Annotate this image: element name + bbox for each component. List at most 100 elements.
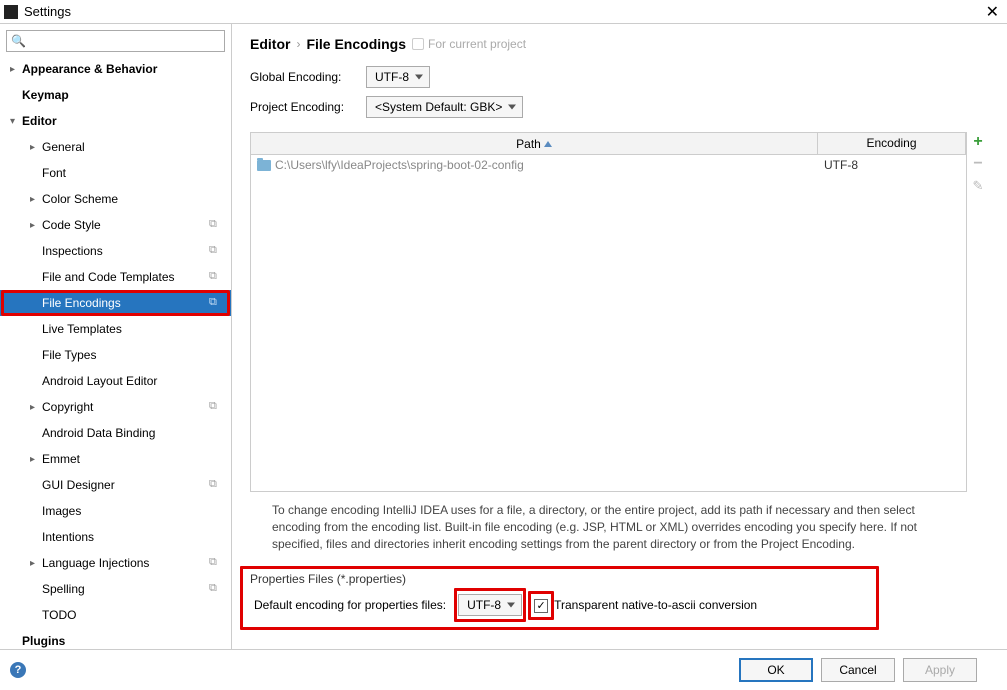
tree-item-label: Copyright: [42, 400, 209, 414]
project-scope-icon: [412, 38, 424, 50]
project-scope-badge-icon: ⧉: [209, 270, 223, 284]
apply-button[interactable]: Apply: [903, 658, 977, 682]
breadcrumb-hint: For current project: [412, 37, 526, 51]
project-scope-badge-icon: [209, 322, 223, 336]
tree-item-label: File and Code Templates: [42, 270, 209, 284]
properties-encoding-value: UTF-8: [467, 598, 501, 612]
tree-item-label: Plugins: [22, 634, 209, 648]
tree-item-general[interactable]: ▸General: [0, 134, 231, 160]
project-scope-badge-icon: [209, 192, 223, 206]
tree-item-file-and-code-templates[interactable]: File and Code Templates⧉: [0, 264, 231, 290]
tree-item-label: Code Style: [42, 218, 209, 232]
chevron-icon: ▸: [30, 142, 42, 153]
encoding-table: Path Encoding C:\Users\lfy\IdeaProjects\…: [250, 132, 967, 492]
project-scope-badge-icon: [209, 608, 223, 622]
project-scope-badge-icon: ⧉: [209, 582, 223, 596]
tree-item-spelling[interactable]: Spelling⧉: [0, 576, 231, 602]
project-scope-badge-icon: ⧉: [209, 478, 223, 492]
global-encoding-label: Global Encoding:: [250, 70, 358, 84]
column-header-encoding[interactable]: Encoding: [818, 133, 966, 154]
tree-item-label: Intentions: [42, 530, 209, 544]
tree-item-label: Keymap: [22, 88, 209, 102]
project-encoding-select[interactable]: <System Default: GBK>: [366, 96, 523, 118]
edit-button[interactable]: ✎: [970, 178, 986, 194]
project-scope-badge-icon: [209, 62, 223, 76]
tree-item-label: Images: [42, 504, 209, 518]
tree-item-file-types[interactable]: File Types: [0, 342, 231, 368]
properties-row: Default encoding for properties files: U…: [250, 588, 989, 622]
project-scope-badge-icon: ⧉: [209, 218, 223, 232]
tree-item-label: File Types: [42, 348, 209, 362]
tree-item-file-encodings[interactable]: File Encodings⧉: [0, 290, 231, 316]
breadcrumb-separator: ›: [296, 37, 300, 51]
help-text: To change encoding IntelliJ IDEA uses fo…: [272, 502, 965, 552]
close-icon[interactable]: ✕: [986, 2, 999, 22]
tree-item-language-injections[interactable]: ▸Language Injections⧉: [0, 550, 231, 576]
global-encoding-value: UTF-8: [375, 70, 409, 84]
tree-item-editor[interactable]: ▾Editor: [0, 108, 231, 134]
app-icon: [4, 5, 18, 19]
tree-item-label: Android Data Binding: [42, 426, 209, 440]
tree-item-label: TODO: [42, 608, 209, 622]
settings-content: Editor › File Encodings For current proj…: [232, 24, 1007, 649]
project-encoding-value: <System Default: GBK>: [375, 100, 502, 114]
settings-sidebar: 🔍 ▸Appearance & BehaviorKeymap▾Editor▸Ge…: [0, 24, 232, 649]
column-header-path[interactable]: Path: [251, 133, 818, 154]
tree-item-live-templates[interactable]: Live Templates: [0, 316, 231, 342]
properties-encoding-select[interactable]: UTF-8: [458, 594, 522, 616]
window-title: Settings: [24, 4, 71, 19]
global-encoding-select[interactable]: UTF-8: [366, 66, 430, 88]
tree-item-intentions[interactable]: Intentions: [0, 524, 231, 550]
ok-button[interactable]: OK: [739, 658, 813, 682]
breadcrumb-part-editor: Editor: [250, 36, 290, 52]
tree-item-font[interactable]: Font: [0, 160, 231, 186]
project-scope-badge-icon: [209, 530, 223, 544]
breadcrumb-hint-text: For current project: [428, 37, 526, 51]
project-scope-badge-icon: [209, 348, 223, 362]
tree-item-label: Editor: [22, 114, 209, 128]
remove-button[interactable]: −: [970, 156, 986, 172]
tree-item-code-style[interactable]: ▸Code Style⧉: [0, 212, 231, 238]
tree-item-plugins[interactable]: Plugins: [0, 628, 231, 649]
title-bar: Settings ✕: [0, 0, 1007, 24]
tree-item-keymap[interactable]: Keymap: [0, 82, 231, 108]
help-button[interactable]: ?: [10, 662, 26, 678]
project-scope-badge-icon: [209, 374, 223, 388]
settings-tree: ▸Appearance & BehaviorKeymap▾Editor▸Gene…: [0, 56, 231, 649]
tree-item-label: Inspections: [42, 244, 209, 258]
tree-item-copyright[interactable]: ▸Copyright⧉: [0, 394, 231, 420]
tree-item-emmet[interactable]: ▸Emmet: [0, 446, 231, 472]
search-field[interactable]: 🔍: [6, 30, 225, 52]
project-scope-badge-icon: [209, 88, 223, 102]
tree-item-label: GUI Designer: [42, 478, 209, 492]
folder-icon: [257, 160, 271, 171]
tree-item-appearance-behavior[interactable]: ▸Appearance & Behavior: [0, 56, 231, 82]
chevron-icon: ▸: [30, 194, 42, 205]
search-icon: 🔍: [11, 34, 26, 48]
project-scope-badge-icon: ⧉: [209, 244, 223, 258]
tree-item-inspections[interactable]: Inspections⧉: [0, 238, 231, 264]
project-encoding-label: Project Encoding:: [250, 100, 358, 114]
tree-item-android-data-binding[interactable]: Android Data Binding: [0, 420, 231, 446]
cancel-button[interactable]: Cancel: [821, 658, 895, 682]
project-scope-badge-icon: [209, 140, 223, 154]
project-scope-badge-icon: ⧉: [209, 556, 223, 570]
properties-section-title: Properties Files (*.properties): [250, 572, 989, 586]
search-input[interactable]: [30, 34, 220, 48]
tree-item-todo[interactable]: TODO: [0, 602, 231, 628]
tree-item-color-scheme[interactable]: ▸Color Scheme: [0, 186, 231, 212]
table-row[interactable]: C:\Users\lfy\IdeaProjects\spring-boot-02…: [251, 155, 966, 175]
tree-item-gui-designer[interactable]: GUI Designer⧉: [0, 472, 231, 498]
project-scope-badge-icon: ⧉: [209, 296, 223, 310]
tree-item-label: Emmet: [42, 452, 209, 466]
transparent-ascii-label: Transparent native-to-ascii conversion: [554, 598, 757, 612]
tree-item-label: General: [42, 140, 209, 154]
tree-item-images[interactable]: Images: [0, 498, 231, 524]
transparent-ascii-checkbox[interactable]: ✓: [534, 599, 548, 613]
project-scope-badge-icon: [209, 426, 223, 440]
add-button[interactable]: +: [970, 134, 986, 150]
chevron-icon: ▸: [30, 454, 42, 465]
project-scope-badge-icon: ⧉: [209, 400, 223, 414]
tree-item-android-layout-editor[interactable]: Android Layout Editor: [0, 368, 231, 394]
properties-encoding-label: Default encoding for properties files:: [254, 598, 446, 612]
